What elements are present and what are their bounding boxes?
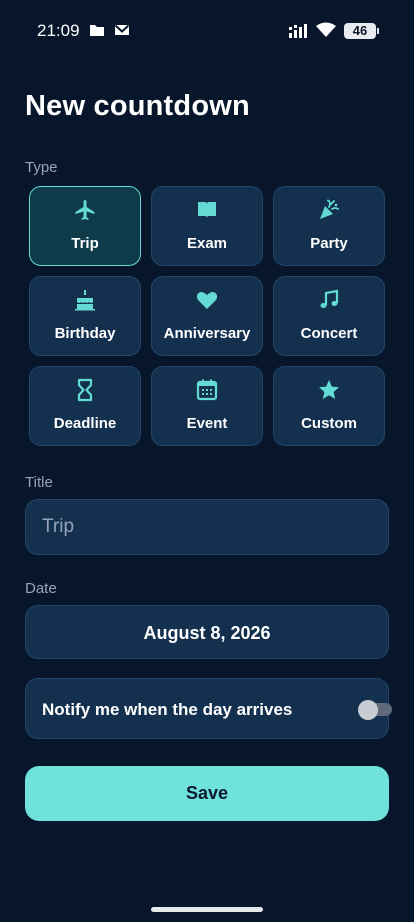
save-button[interactable]: Save <box>25 766 389 821</box>
notify-row: Notify me when the day arrives <box>25 678 392 739</box>
date-picker-field[interactable]: August 8, 2026 <box>25 605 389 659</box>
type-option-deadline[interactable]: Deadline <box>29 366 141 446</box>
type-option-label: Event <box>186 415 228 432</box>
cake-icon <box>75 290 95 311</box>
star-icon <box>319 380 339 399</box>
battery-icon: 46 <box>344 23 379 39</box>
type-option-anniversary[interactable]: Anniversary <box>151 276 263 356</box>
home-indicator <box>151 907 263 912</box>
notify-label: Notify me when the day arrives <box>42 700 293 719</box>
type-option-birthday[interactable]: Birthday <box>29 276 141 356</box>
type-option-label: Party <box>310 235 348 252</box>
notify-toggle[interactable] <box>358 700 394 720</box>
type-option-event[interactable]: Event <box>151 366 263 446</box>
type-option-label: Birthday <box>54 325 116 342</box>
calendar-icon <box>196 379 218 401</box>
date-value: August 8, 2026 <box>143 623 271 643</box>
type-option-label: Anniversary <box>163 325 251 342</box>
airplane-icon <box>75 200 95 220</box>
status-bar: 21:09 46 <box>0 0 414 62</box>
battery-level: 46 <box>352 23 368 38</box>
status-time: 21:09 <box>37 21 80 40</box>
title-label: Title <box>25 474 53 491</box>
type-option-party[interactable]: Party <box>273 186 385 266</box>
type-option-label: Trip <box>71 235 99 252</box>
toggle-knob <box>358 700 378 720</box>
mail-icon <box>114 24 130 35</box>
type-option-exam[interactable]: Exam <box>151 186 263 266</box>
folder-icon <box>90 25 104 36</box>
type-option-custom[interactable]: Custom <box>273 366 385 446</box>
title-input[interactable] <box>42 500 362 554</box>
type-option-label: Deadline <box>53 415 117 432</box>
date-label: Date <box>25 580 57 597</box>
type-option-label: Custom <box>301 415 357 432</box>
type-option-label: Concert <box>300 325 358 342</box>
type-option-concert[interactable]: Concert <box>273 276 385 356</box>
type-option-trip[interactable]: Trip <box>29 186 141 266</box>
book-icon <box>198 202 216 218</box>
heart-icon <box>196 292 218 309</box>
title-field[interactable] <box>25 499 389 555</box>
music-note-icon <box>320 289 339 308</box>
signal-icon <box>289 24 307 38</box>
hourglass-icon <box>77 378 93 402</box>
wifi-icon <box>316 22 336 37</box>
type-label: Type <box>25 159 58 176</box>
page-title: New countdown <box>25 90 250 122</box>
party-popper-icon <box>320 199 339 219</box>
type-option-label: Exam <box>186 235 228 252</box>
